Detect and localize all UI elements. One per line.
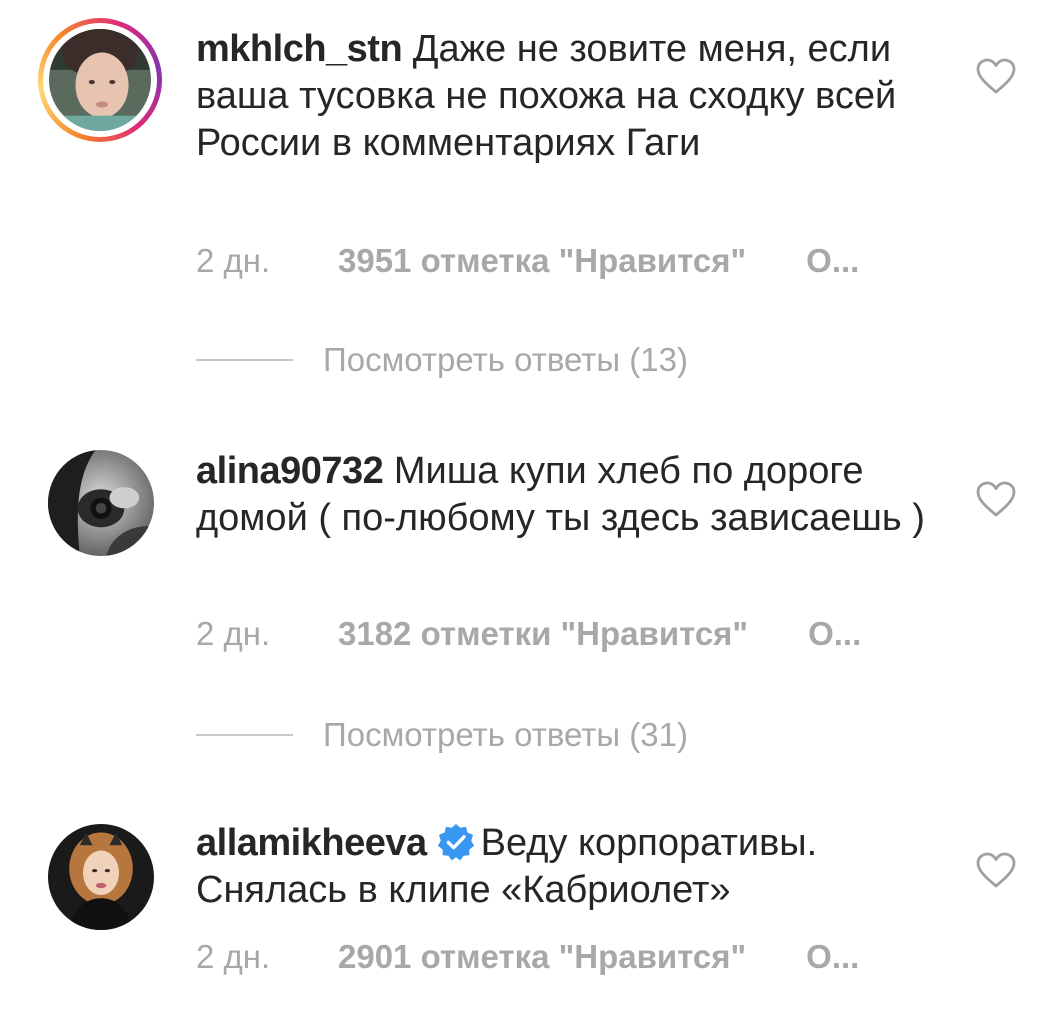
comment-time: 2 дн. <box>196 938 271 975</box>
comment-text-block: alina90732 Миша купи хлеб по дороге домо… <box>196 448 956 542</box>
comment-text-block: mkhlch_stn Даже не зовите меня, если ваш… <box>196 26 956 167</box>
avatar[interactable] <box>49 29 151 131</box>
heart-outline-icon[interactable] <box>976 58 1016 94</box>
heart-outline-icon[interactable] <box>976 481 1016 517</box>
comment-time: 2 дн. <box>196 242 271 279</box>
view-replies-label[interactable]: Посмотреть ответы (13) <box>323 341 688 379</box>
avatar-photo <box>48 450 154 556</box>
view-replies-button[interactable]: Посмотреть ответы (31) <box>196 716 688 756</box>
avatar[interactable] <box>48 450 154 556</box>
heart-outline-icon[interactable] <box>976 852 1016 888</box>
comment-username[interactable]: allamikheeva <box>196 822 427 864</box>
comment-username[interactable]: alina90732 <box>196 450 384 492</box>
comment-item: allamikheeva Веду корпоративы. Снялась в… <box>0 815 1041 1005</box>
comment-likes[interactable]: 3182 отметки "Нравится" <box>338 615 748 653</box>
avatar-story-ring[interactable] <box>38 18 162 142</box>
comment-time: 2 дн. <box>196 615 271 652</box>
comment-likes[interactable]: 2901 отметка "Нравится" <box>338 938 746 976</box>
comment-likes[interactable]: 3951 отметка "Нравится" <box>338 242 746 280</box>
comment-meta: 2 дн. 2901 отметка "Нравится" О... <box>196 938 859 976</box>
replies-divider <box>196 734 293 736</box>
view-replies-label[interactable]: Посмотреть ответы (31) <box>323 716 688 754</box>
view-replies-button[interactable]: Посмотреть ответы (13) <box>196 341 688 381</box>
avatar-photo <box>48 824 154 930</box>
reply-button[interactable]: О... <box>808 615 861 653</box>
replies-divider <box>196 359 293 361</box>
comment-meta: 2 дн. 3951 отметка "Нравится" О... <box>196 242 859 280</box>
comment-username[interactable]: mkhlch_stn <box>196 28 403 70</box>
verified-badge-icon <box>437 823 474 861</box>
comment-item: alina90732 Миша купи хлеб по дороге домо… <box>0 440 1041 670</box>
comment-item: mkhlch_stn Даже не зовите меня, если ваш… <box>0 0 1041 300</box>
avatar-photo <box>49 29 151 131</box>
comment-text-block: allamikheeva Веду корпоративы. Снялась в… <box>196 820 956 914</box>
comment-meta: 2 дн. 3182 отметки "Нравится" О... <box>196 615 861 653</box>
reply-button[interactable]: О... <box>806 938 859 976</box>
avatar[interactable] <box>48 824 154 930</box>
reply-button[interactable]: О... <box>806 242 859 280</box>
